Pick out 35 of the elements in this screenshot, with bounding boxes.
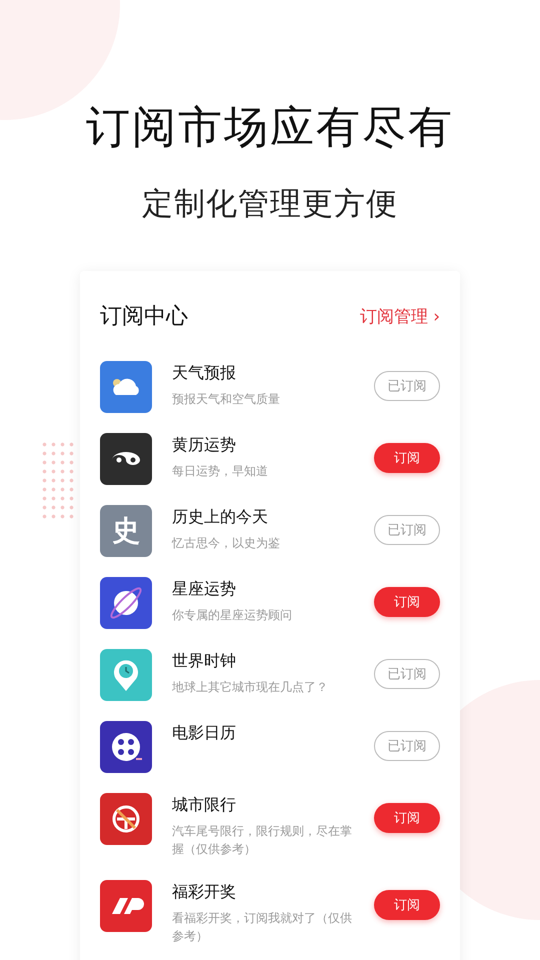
manage-link[interactable]: 订阅管理 ›	[360, 304, 440, 328]
app-icon	[100, 361, 152, 413]
item-title: 星座运势	[172, 579, 237, 600]
subscribe-button[interactable]: 已订阅	[374, 515, 440, 545]
item-title: 天气预报	[172, 363, 237, 384]
app-icon	[100, 793, 152, 845]
subscribe-button[interactable]: 订阅	[374, 587, 440, 617]
item-description: 汽车尾号限行，限行规则，尽在掌握（仅供参考）	[172, 823, 353, 858]
subscribe-button[interactable]: 订阅	[374, 443, 440, 473]
headline: 订阅市场应有尽有	[86, 101, 454, 155]
item-title: 世界时钟	[172, 651, 237, 672]
card-title: 订阅中心	[100, 303, 188, 331]
item-description: 看福彩开奖，订阅我就对了（仅供参考）	[172, 910, 353, 945]
app-icon	[100, 433, 152, 485]
subscribe-button[interactable]: 订阅	[374, 803, 440, 833]
item-description: 忆古思今，以史为鉴	[172, 535, 281, 552]
item-title: 黄历运势	[172, 435, 237, 456]
item-description: 预报天气和空气质量	[172, 391, 281, 408]
item-title: 电影日历	[172, 723, 237, 744]
subheadline: 定制化管理更方便	[142, 185, 398, 224]
app-icon	[100, 577, 152, 629]
app-icon	[100, 721, 152, 773]
app-icon	[100, 880, 152, 932]
item-description: 你专属的星座运势顾问	[172, 607, 293, 624]
item-title: 城市限行	[172, 795, 237, 816]
subscribe-button[interactable]: 已订阅	[374, 371, 440, 401]
subscribe-button[interactable]: 已订阅	[374, 659, 440, 689]
subscribe-button[interactable]: 已订阅	[374, 731, 440, 761]
app-icon	[100, 649, 152, 701]
subscribe-button[interactable]: 订阅	[374, 890, 440, 920]
item-title: 福彩开奖	[172, 882, 237, 903]
item-description: 每日运势，早知道	[172, 463, 269, 480]
item-title: 历史上的今天	[172, 507, 269, 528]
glyph-icon: 史	[100, 505, 152, 557]
item-description: 地球上其它城市现在几点了？	[172, 679, 329, 696]
